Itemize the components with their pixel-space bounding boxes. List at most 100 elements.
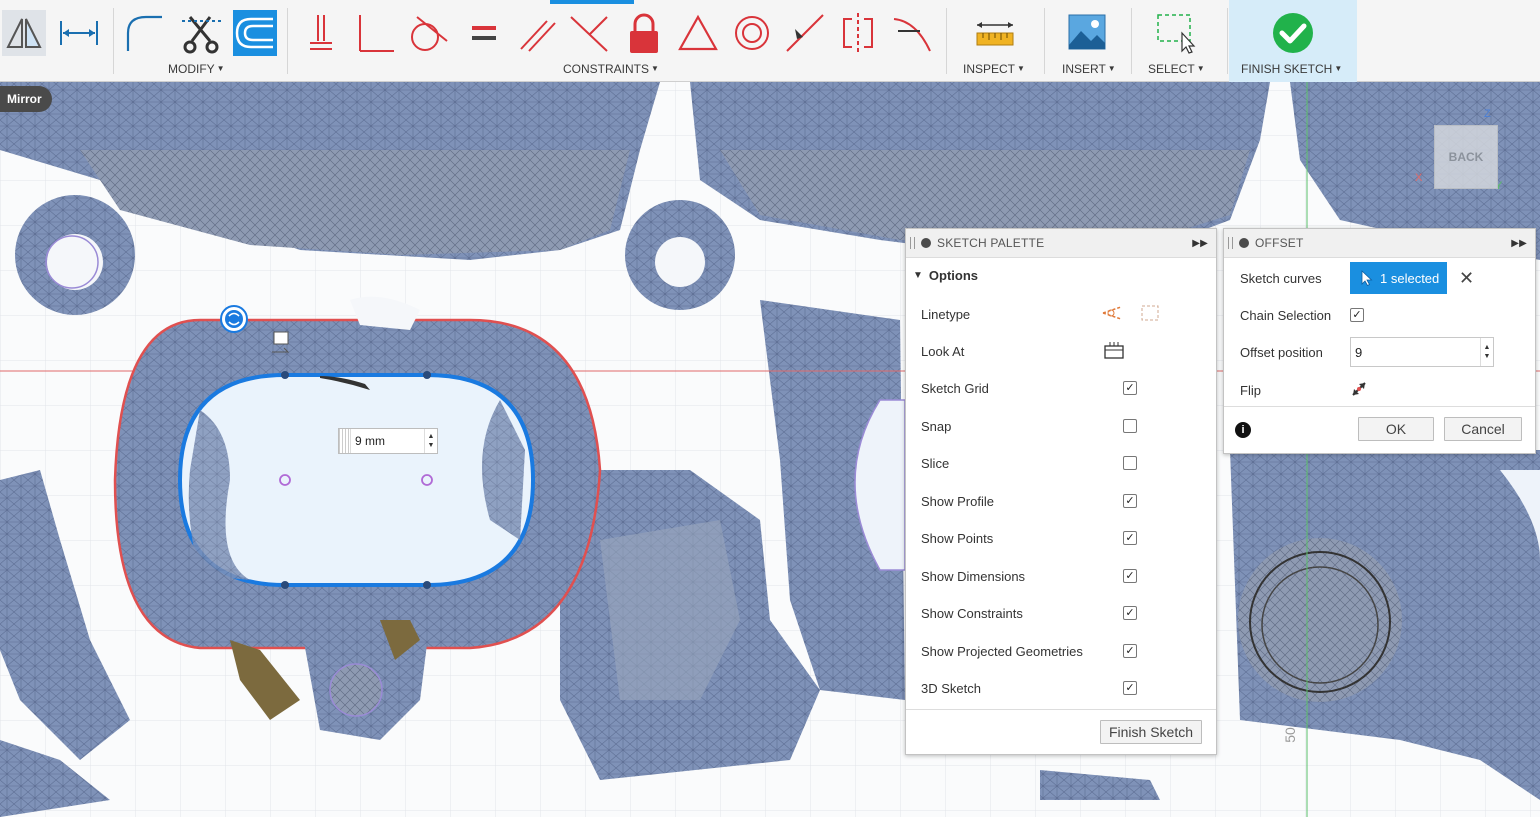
sketch-palette-header[interactable]: SKETCH PALETTE ▶▶ — [906, 229, 1216, 258]
trim-tool-button[interactable] — [180, 10, 224, 56]
clear-selection-icon[interactable]: ✕ — [1459, 268, 1474, 289]
slice-checkbox[interactable] — [1123, 456, 1137, 470]
spin-down-icon[interactable]: ▼ — [1484, 352, 1491, 361]
perpendicular-constraint-button[interactable] — [352, 10, 396, 56]
show-profile-checkbox[interactable]: ✓ — [1123, 494, 1137, 508]
mirror-tool-button[interactable] — [2, 10, 46, 56]
info-icon[interactable]: i — [1235, 422, 1251, 438]
sketch-palette-title: SKETCH PALETTE — [937, 236, 1045, 250]
offset-tool-button[interactable] — [233, 10, 277, 56]
chain-selection-checkbox[interactable]: ✓ — [1350, 308, 1364, 322]
sketch-grid-row: Sketch Grid ✓ — [921, 370, 1201, 406]
show-points-checkbox[interactable]: ✓ — [1123, 531, 1137, 545]
dimension-tool-button[interactable] — [57, 10, 101, 56]
spin-up-icon[interactable]: ▲ — [1484, 343, 1491, 352]
toolbar-separator — [1044, 8, 1045, 74]
show-projected-geometries-checkbox[interactable]: ✓ — [1123, 644, 1137, 658]
cancel-button[interactable]: Cancel — [1444, 417, 1522, 441]
fix-constraint-button[interactable] — [622, 10, 666, 56]
sketch-palette-panel: SKETCH PALETTE ▶▶ ▼ Options Linetype Look… — [905, 228, 1217, 755]
toolbar-separator — [1227, 8, 1228, 74]
show-constraints-label: Show Constraints — [921, 605, 1023, 621]
collapse-triangle-icon: ▼ — [913, 269, 923, 281]
insert-menu-label: INSERT — [1062, 62, 1106, 76]
measure-tool-button[interactable] — [973, 10, 1017, 56]
perpendicular-icon — [359, 15, 394, 52]
constraints-menu-label: CONSTRAINTS — [563, 62, 650, 76]
equal-constraint-button[interactable] — [462, 10, 506, 56]
coincident-icon — [310, 15, 332, 50]
construction-linetype-icon[interactable] — [1101, 303, 1123, 326]
select-tool-button[interactable] — [1154, 10, 1198, 56]
slice-label: Slice — [921, 455, 950, 471]
show-dimensions-row: Show Dimensions ✓ — [921, 558, 1201, 594]
modify-menu-label: MODIFY — [168, 62, 215, 76]
spin-up-icon[interactable]: ▲ — [428, 432, 435, 441]
selection-box-icon — [1157, 14, 1196, 54]
expand-panel-icon[interactable]: ▶▶ — [1511, 238, 1527, 249]
offset-position-row: Offset position 9 ▲ ▼ — [1240, 333, 1530, 371]
tangent-constraint-button[interactable] — [405, 10, 449, 56]
look-at-label: Look At — [921, 343, 965, 359]
offset-position-value[interactable]: 9 — [1351, 345, 1480, 360]
offset-distance-value[interactable]: 9 mm — [351, 434, 424, 448]
sketch-palette-footer: Finish Sketch — [906, 709, 1216, 754]
checkmark-icon — [1273, 13, 1313, 53]
show-dimensions-checkbox[interactable]: ✓ — [1123, 569, 1137, 583]
offset-preview-curve — [177, 373, 536, 587]
offset-dialog-header[interactable]: OFFSET ▶▶ — [1224, 229, 1535, 258]
toolbar-separator — [946, 8, 947, 74]
collapse-dot-icon[interactable] — [921, 238, 931, 248]
select-menu[interactable]: SELECT ▼ — [1148, 62, 1205, 76]
finish-sketch-group[interactable]: FINISH SKETCH ▼ — [1229, 0, 1357, 82]
insert-menu[interactable]: INSERT ▼ — [1062, 62, 1116, 76]
constraints-menu[interactable]: CONSTRAINTS ▼ — [563, 62, 659, 76]
dimension-icon — [60, 21, 98, 45]
sketch-grid-checkbox[interactable]: ✓ — [1123, 381, 1137, 395]
coincident-constraint-button[interactable] — [298, 10, 342, 56]
show-constraints-checkbox[interactable]: ✓ — [1123, 606, 1137, 620]
view-cube-face-label: BACK — [1448, 150, 1484, 164]
parallel-icon — [520, 20, 556, 52]
finish-sketch-button[interactable]: Finish Sketch — [1100, 720, 1202, 744]
fillet-icon — [126, 15, 162, 51]
concentric-constraint-button[interactable] — [730, 10, 774, 56]
symmetry-constraint-button[interactable] — [836, 10, 880, 56]
show-projected-geometries-label: Show Projected Geometries — [921, 643, 1083, 659]
spinner[interactable]: ▲ ▼ — [1480, 338, 1493, 366]
linetype-label: Linetype — [921, 306, 971, 322]
insert-image-button[interactable] — [1065, 10, 1109, 56]
look-at-icon[interactable] — [1103, 340, 1125, 363]
spinner[interactable]: ▲ ▼ — [424, 429, 437, 453]
symmetry-icon — [843, 13, 873, 53]
finish-sketch-button[interactable] — [1271, 10, 1315, 56]
options-section-header[interactable]: ▼ Options — [906, 258, 1216, 292]
expand-panel-icon[interactable]: ▶▶ — [1192, 238, 1208, 249]
perpendicular-lines-constraint-button[interactable] — [567, 10, 611, 56]
sketch-curves-selection-button[interactable]: 1 selected — [1350, 262, 1447, 294]
collinear-constraint-button[interactable] — [783, 10, 827, 56]
active-tab-indicator — [550, 0, 634, 4]
inspect-menu[interactable]: INSPECT ▼ — [963, 62, 1025, 76]
midpoint-constraint-button[interactable] — [676, 10, 720, 56]
curvature-constraint-button[interactable] — [890, 10, 934, 56]
view-cube[interactable]: BACK — [1434, 125, 1498, 189]
offset-distance-input[interactable]: 9 mm ▲ ▼ — [338, 428, 438, 454]
finish-sketch-menu[interactable]: FINISH SKETCH ▼ — [1241, 62, 1342, 76]
modify-menu[interactable]: MODIFY ▼ — [168, 62, 225, 76]
parallel-constraint-button[interactable] — [515, 10, 559, 56]
snap-checkbox[interactable] — [1123, 419, 1137, 433]
3d-sketch-checkbox[interactable]: ✓ — [1123, 681, 1137, 695]
fillet-tool-button[interactable] — [122, 10, 166, 56]
flip-arrows-icon[interactable] — [1350, 380, 1368, 401]
toolbar-separator — [1131, 8, 1132, 74]
drag-grip-icon[interactable] — [339, 429, 351, 453]
offset-position-input[interactable]: 9 ▲ ▼ — [1350, 337, 1494, 367]
drag-handle-icon[interactable] — [1228, 237, 1233, 249]
centerline-linetype-icon[interactable] — [1139, 303, 1161, 326]
collapse-dot-icon[interactable] — [1239, 238, 1249, 248]
spin-down-icon[interactable]: ▼ — [428, 441, 435, 450]
ok-button[interactable]: OK — [1358, 417, 1434, 441]
caret-down-icon: ▼ — [1334, 64, 1343, 73]
drag-handle-icon[interactable] — [910, 237, 915, 249]
